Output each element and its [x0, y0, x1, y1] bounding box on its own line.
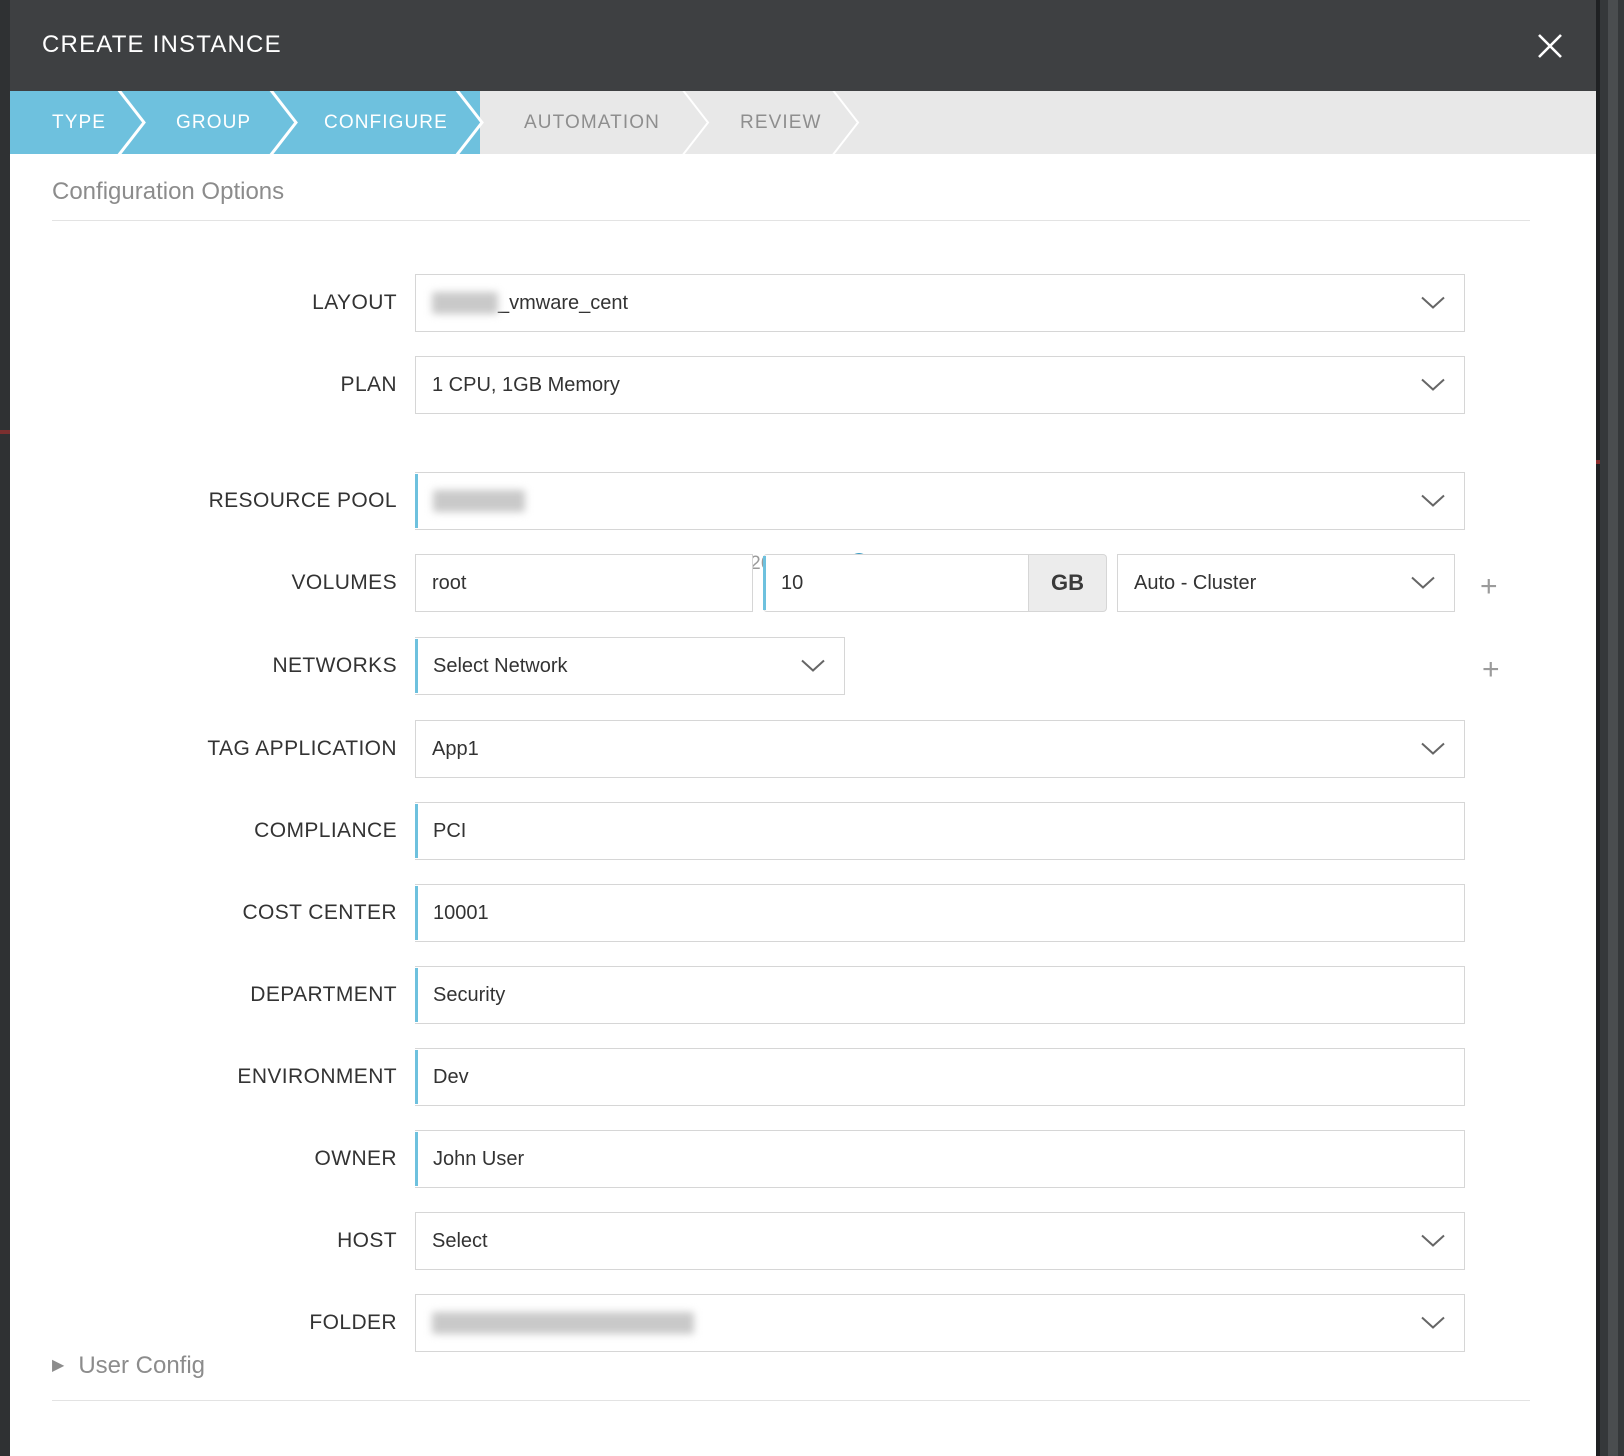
compliance-input[interactable]: PCI — [415, 802, 1465, 860]
resource-pool-label: RESOURCE POOL — [10, 489, 415, 513]
wizard-step-group[interactable]: GROUP — [176, 91, 251, 154]
add-volume-button[interactable]: + — [1480, 572, 1498, 602]
volume-size-value: 10 — [781, 572, 803, 595]
volume-size-input[interactable]: 10 — [763, 554, 1029, 612]
folder-label: FOLDER — [10, 1311, 415, 1335]
host-label: HOST — [10, 1229, 415, 1253]
layout-label: LAYOUT — [10, 291, 415, 315]
resource-pool-redacted-value: xxxxxxx — [433, 490, 525, 512]
cost-center-label: COST CENTER — [10, 901, 415, 925]
cost-center-input[interactable]: 10001 — [415, 884, 1465, 942]
section-divider — [52, 220, 1530, 221]
layout-value: _vmware_cent — [498, 292, 628, 315]
form-row-host: HOST Select — [10, 1212, 1596, 1270]
wizard-separator-1 — [114, 91, 154, 154]
form-row-department: DEPARTMENT Security — [10, 966, 1596, 1024]
chevron-down-icon — [1420, 1234, 1446, 1249]
chevron-down-icon — [1420, 378, 1446, 393]
form-row-environment: ENVIRONMENT Dev — [10, 1048, 1596, 1106]
chevron-down-icon — [800, 659, 826, 674]
owner-label: OWNER — [10, 1147, 415, 1171]
compliance-value: PCI — [433, 820, 466, 843]
form-row-volumes: VOLUMES root 10 GB Auto - Cluster — [10, 554, 1596, 612]
wizard-breadcrumb: TYPE GROUP CONFIGURE AUTOMATION REVIEW — [10, 91, 1596, 154]
wizard-separator-3 — [454, 91, 494, 154]
chevron-down-icon — [1420, 494, 1446, 509]
form-row-folder: FOLDER xxxxxxxxxxxxxxxxxxx — [10, 1294, 1596, 1352]
layout-dropdown[interactable]: xxxxx _vmware_cent — [415, 274, 1465, 332]
close-icon[interactable] — [1528, 24, 1572, 68]
volume-unit-label: GB — [1029, 554, 1107, 612]
network-select-value: Select Network — [433, 655, 568, 678]
department-label: DEPARTMENT — [10, 983, 415, 1007]
cost-center-value: 10001 — [433, 902, 489, 925]
section-title: Configuration Options — [52, 178, 284, 206]
compliance-label: COMPLIANCE — [10, 819, 415, 843]
plan-label: PLAN — [10, 373, 415, 397]
triangle-right-icon: ▶ — [52, 1358, 64, 1374]
layout-redacted-prefix: xxxxx — [432, 292, 498, 314]
wizard-separator-4 — [678, 91, 718, 154]
user-config-divider — [52, 1400, 1530, 1401]
form-row-owner: OWNER John User — [10, 1130, 1596, 1188]
chevron-down-icon — [1420, 742, 1446, 757]
form-row-layout: LAYOUT xxxxx _vmware_cent — [10, 274, 1596, 332]
create-instance-modal: CREATE INSTANCE TYPE GROUP CONFIGURE AUT… — [10, 0, 1596, 1456]
form-row-compliance: COMPLIANCE PCI — [10, 802, 1596, 860]
plan-value: 1 CPU, 1GB Memory — [432, 374, 620, 397]
wizard-step-type[interactable]: TYPE — [52, 91, 106, 154]
folder-redacted-value: xxxxxxxxxxxxxxxxxxx — [432, 1312, 694, 1334]
chevron-down-icon — [1410, 576, 1436, 591]
volume-name-value: root — [432, 572, 466, 595]
resource-pool-dropdown[interactable]: xxxxxxx — [415, 472, 1465, 530]
form-row-networks: NETWORKS Select Network + — [10, 637, 1596, 695]
folder-dropdown[interactable]: xxxxxxxxxxxxxxxxxxx — [415, 1294, 1465, 1352]
volume-datastore-value: Auto - Cluster — [1134, 572, 1256, 595]
modal-header: CREATE INSTANCE — [10, 0, 1596, 91]
chevron-down-icon — [1420, 296, 1446, 311]
volumes-label: VOLUMES — [10, 571, 415, 595]
environment-label: ENVIRONMENT — [10, 1065, 415, 1089]
add-network-button[interactable]: + — [1482, 655, 1500, 685]
host-dropdown[interactable]: Select — [415, 1212, 1465, 1270]
wizard-step-configure[interactable]: CONFIGURE — [324, 91, 448, 154]
form-row-resource-pool: RESOURCE POOL xxxxxxx — [10, 472, 1596, 530]
tag-application-dropdown[interactable]: App1 — [415, 720, 1465, 778]
form-row-tag-application: TAG APPLICATION App1 — [10, 720, 1596, 778]
chevron-down-icon — [1420, 1316, 1446, 1331]
tag-application-label: TAG APPLICATION — [10, 737, 415, 761]
volume-datastore-dropdown[interactable]: Auto - Cluster — [1117, 554, 1455, 612]
form-row-plan: PLAN 1 CPU, 1GB Memory — [10, 356, 1596, 414]
form-row-cost-center: COST CENTER 10001 — [10, 884, 1596, 942]
user-config-accordion[interactable]: ▶ User Config — [52, 1352, 205, 1380]
department-input[interactable]: Security — [415, 966, 1465, 1024]
modal-body: Configuration Options LAYOUT xxxxx _vmwa… — [10, 154, 1596, 1456]
volume-name-input[interactable]: root — [415, 554, 753, 612]
tag-application-value: App1 — [432, 738, 479, 761]
owner-input[interactable]: John User — [415, 1130, 1465, 1188]
wizard-step-review[interactable]: REVIEW — [740, 91, 822, 154]
wizard-separator-2 — [266, 91, 306, 154]
plan-dropdown[interactable]: 1 CPU, 1GB Memory — [415, 356, 1465, 414]
networks-label: NETWORKS — [10, 654, 415, 678]
user-config-label: User Config — [78, 1352, 205, 1380]
environment-value: Dev — [433, 1066, 469, 1089]
department-value: Security — [433, 984, 505, 1007]
wizard-step-automation[interactable]: AUTOMATION — [524, 91, 660, 154]
network-select-dropdown[interactable]: Select Network — [415, 637, 845, 695]
environment-input[interactable]: Dev — [415, 1048, 1465, 1106]
wizard-separator-5 — [828, 91, 868, 154]
modal-title: CREATE INSTANCE — [42, 31, 282, 59]
host-value: Select — [432, 1230, 488, 1253]
owner-value: John User — [433, 1148, 524, 1171]
